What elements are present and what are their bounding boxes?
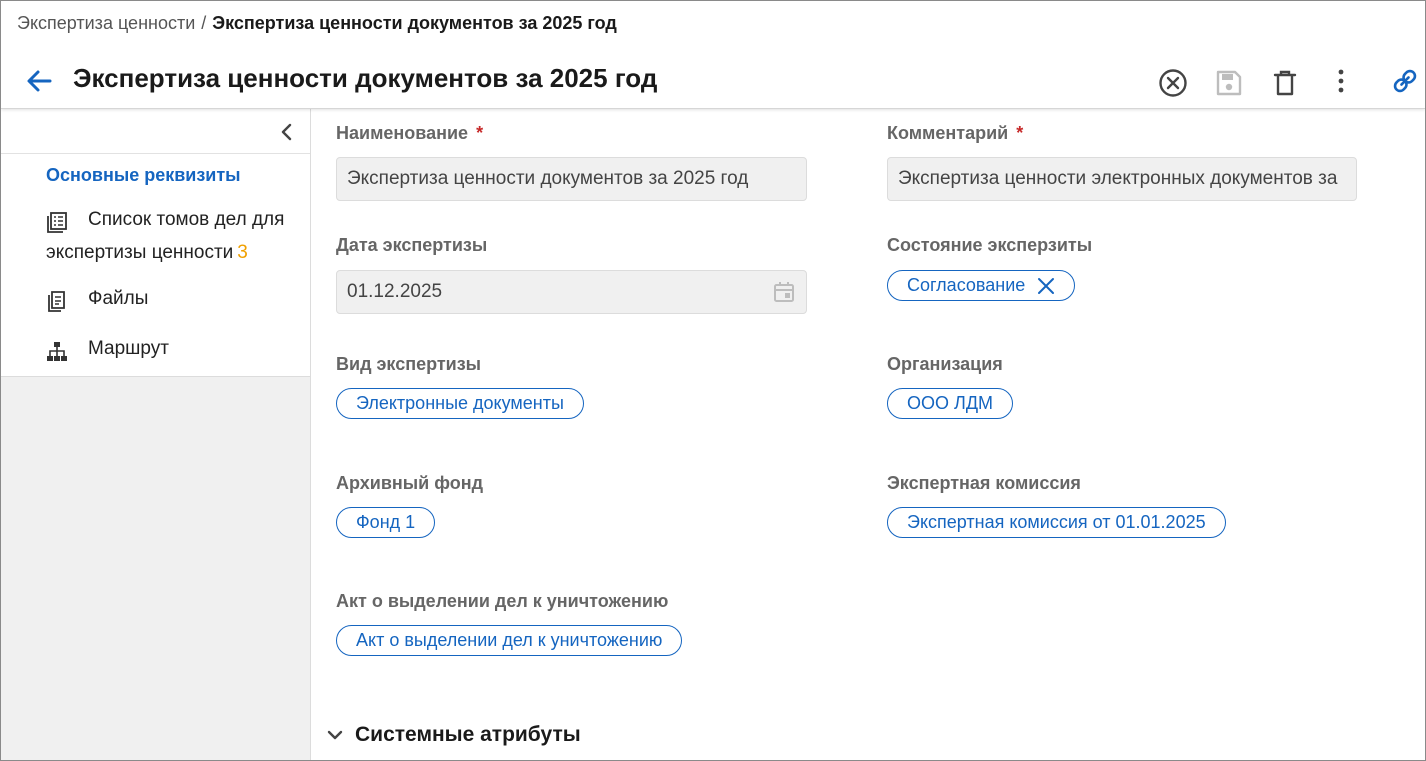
type-chip[interactable]: Электронные документы xyxy=(336,388,584,419)
sidebar-item-label: Список томов дел для xyxy=(88,209,285,230)
comment-label-text: Комментарий xyxy=(887,123,1009,143)
close-circle-icon xyxy=(1159,69,1187,97)
sidebar-item-main-details[interactable]: Основные реквизиты xyxy=(46,165,241,186)
page-title: Экспертиза ценности документов за 2025 г… xyxy=(73,63,658,93)
sidebar-item-label-continued: экспертизы ценности 3 xyxy=(46,242,248,264)
collapse-sidebar-button[interactable] xyxy=(276,121,298,143)
required-marker: * xyxy=(1016,123,1024,143)
sidebar-item-label: Файлы xyxy=(88,288,149,309)
main-form: Наименование * Экспертиза ценности докуме… xyxy=(312,109,1425,760)
trash-icon xyxy=(1273,70,1297,96)
list-icon xyxy=(47,212,67,233)
breadcrumb-parent-link[interactable]: Экспертиза ценности xyxy=(17,13,195,33)
date-field[interactable]: 01.12.2025 xyxy=(336,270,807,314)
sidebar: Основные реквизиты Список томов дел для … xyxy=(1,109,311,760)
breadcrumb-separator: / xyxy=(201,13,207,33)
fund-label: Архивный фонд xyxy=(336,473,484,493)
chevron-left-icon xyxy=(281,123,292,141)
system-attributes-title: Системные атрибуты xyxy=(355,723,581,746)
more-vertical-icon xyxy=(1338,69,1344,93)
link-icon xyxy=(1393,69,1417,93)
volumes-count-badge: 3 xyxy=(237,242,248,263)
cancel-button[interactable] xyxy=(1157,67,1189,99)
fund-chip[interactable]: Фонд 1 xyxy=(336,507,436,538)
org-label: Организация xyxy=(887,354,1003,374)
page-header: Экспертиза ценности / Экспертиза ценности … xyxy=(1,1,1425,109)
sidebar-nav: Основные реквизиты Список томов дел для … xyxy=(1,109,310,377)
sidebar-collapse-row xyxy=(1,109,310,154)
close-icon xyxy=(1038,277,1055,294)
name-label-text: Наименование xyxy=(336,123,469,143)
commission-chip[interactable]: Экспертная комиссия от 01.01.2025 xyxy=(887,507,1226,538)
name-label: Наименование * xyxy=(336,123,483,144)
comment-field[interactable]: Экспертиза ценности электронных документ… xyxy=(887,157,1357,201)
copy-link-button[interactable] xyxy=(1389,65,1421,97)
act-chip[interactable]: Акт о выделении дел к уничтожению xyxy=(336,625,683,656)
breadcrumb-current: Экспертиза ценности документов за 2025 г… xyxy=(212,13,617,33)
chevron-down-icon xyxy=(327,730,343,740)
sidebar-item-label-line2: экспертизы ценности xyxy=(46,242,234,263)
app-window: Экспертиза ценности / Экспертиза ценности … xyxy=(0,0,1426,761)
arrow-left-icon xyxy=(27,70,52,92)
required-marker: * xyxy=(476,123,484,143)
delete-button[interactable] xyxy=(1269,67,1301,99)
sidebar-item-volumes-list[interactable]: Список томов дел для экспертизы ценности… xyxy=(46,209,296,269)
save-icon xyxy=(1216,70,1242,96)
remove-state-button[interactable] xyxy=(1037,277,1055,295)
date-label: Дата экспертизы xyxy=(336,235,488,255)
sidebar-item-files[interactable]: Файлы xyxy=(46,288,296,314)
back-button[interactable] xyxy=(23,65,55,97)
more-options-button[interactable] xyxy=(1325,65,1357,97)
commission-label: Экспертная комиссия xyxy=(887,473,1081,493)
breadcrumb: Экспертиза ценности / Экспертиза ценности … xyxy=(17,13,617,34)
org-chip[interactable]: ООО ЛДМ xyxy=(887,388,1014,419)
sidebar-item-label: Маршрут xyxy=(88,338,169,359)
date-value: 01.12.2025 xyxy=(347,281,443,302)
save-button[interactable] xyxy=(1213,67,1245,99)
system-attributes-section-toggle[interactable]: Системные атрибуты xyxy=(326,723,581,747)
type-label: Вид экспертизы xyxy=(336,354,482,374)
calendar-icon[interactable] xyxy=(772,280,796,304)
sidebar-item-route[interactable]: Маршрут xyxy=(46,338,296,364)
comment-label: Комментарий * xyxy=(887,123,1023,144)
state-chip-label: Согласование xyxy=(907,275,1026,295)
state-label: Состояние эксперзиты xyxy=(887,235,1093,255)
act-label: Акт о выделении дел к уничтожению xyxy=(336,591,669,611)
state-chip[interactable]: Согласование xyxy=(887,270,1076,301)
hierarchy-icon xyxy=(47,342,67,361)
name-field[interactable]: Экспертиза ценности документов за 2025 г… xyxy=(336,157,807,201)
file-icon xyxy=(48,291,65,312)
